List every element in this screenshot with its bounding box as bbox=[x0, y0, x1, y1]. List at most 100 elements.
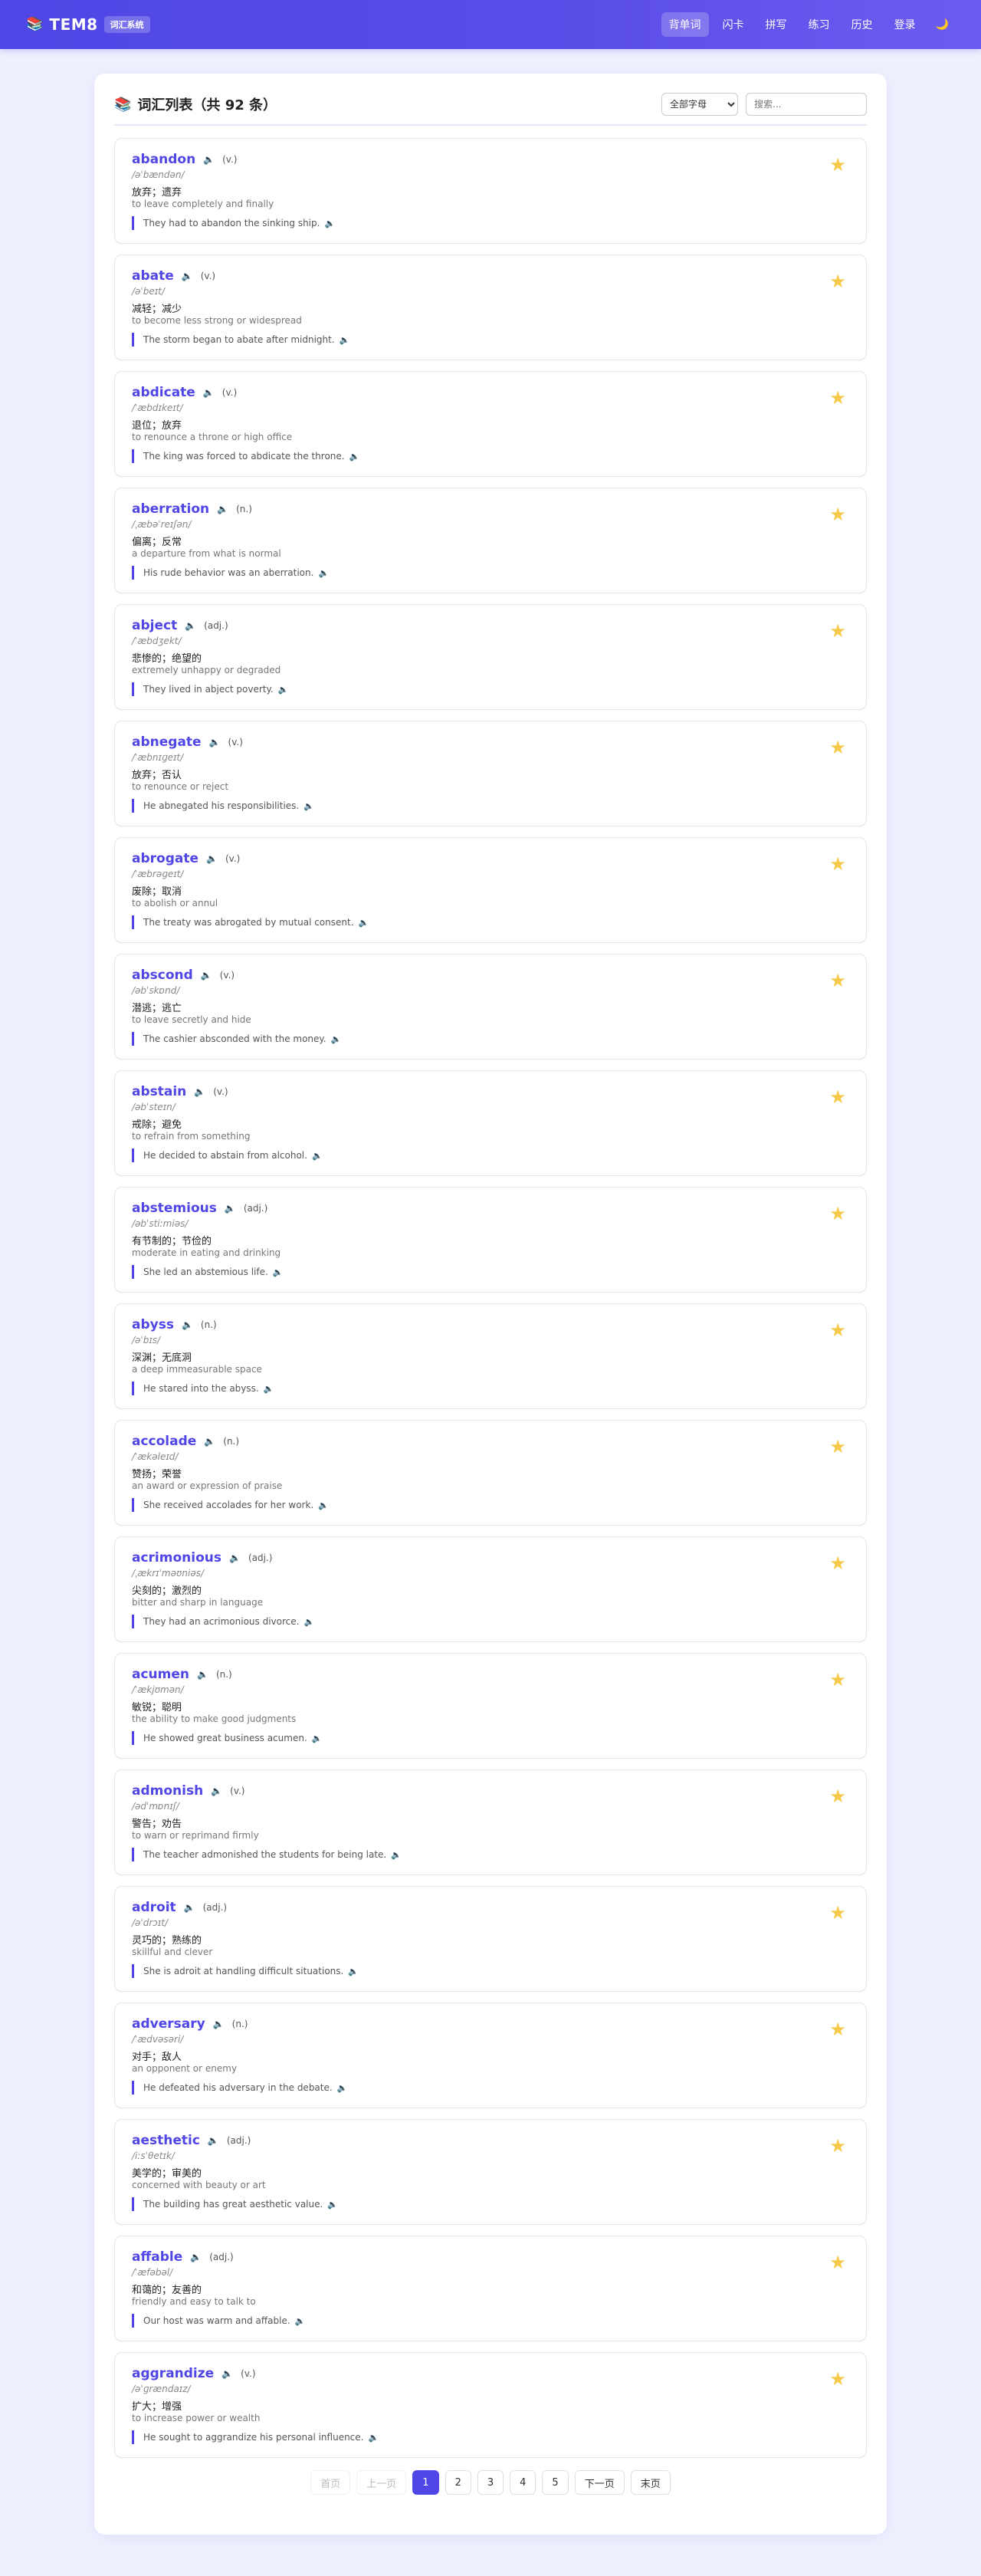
speaker-icon[interactable]: 🔈 bbox=[368, 2433, 379, 2443]
speaker-icon[interactable]: 🔈 bbox=[327, 2200, 338, 2210]
speaker-icon[interactable]: 🔈 bbox=[197, 1669, 208, 1680]
speaker-icon[interactable]: 🔈 bbox=[295, 2316, 306, 2326]
star-icon[interactable]: ★ bbox=[829, 1787, 846, 1806]
speaker-icon[interactable]: 🔈 bbox=[264, 1384, 274, 1394]
star-icon[interactable]: ★ bbox=[829, 1321, 846, 1339]
page-number-button[interactable]: 5 bbox=[542, 2470, 569, 2495]
star-icon[interactable]: ★ bbox=[829, 1088, 846, 1106]
star-icon[interactable]: ★ bbox=[829, 622, 846, 640]
speaker-icon[interactable]: 🔈 bbox=[203, 387, 215, 398]
speaker-icon[interactable]: 🔈 bbox=[201, 970, 212, 981]
speaker-icon[interactable]: 🔈 bbox=[359, 918, 369, 928]
page-number-button[interactable]: 3 bbox=[477, 2470, 504, 2495]
page-number-button[interactable]: 2 bbox=[445, 2470, 471, 2495]
first-page-button[interactable]: 首页 bbox=[310, 2470, 351, 2495]
star-icon[interactable]: ★ bbox=[829, 2370, 846, 2388]
star-icon[interactable]: ★ bbox=[829, 2020, 846, 2039]
page-number-button[interactable]: 1 bbox=[412, 2470, 439, 2495]
star-icon[interactable]: ★ bbox=[829, 1554, 846, 1572]
nav-item[interactable]: 闪卡 bbox=[715, 12, 752, 37]
star-icon[interactable]: ★ bbox=[829, 1904, 846, 1922]
speaker-icon[interactable]: 🔈 bbox=[225, 1203, 236, 1214]
speaker-icon[interactable]: 🔈 bbox=[324, 219, 335, 228]
word-term[interactable]: abdicate bbox=[132, 385, 195, 400]
speaker-icon[interactable]: 🔈 bbox=[209, 737, 221, 748]
speaker-icon[interactable]: 🔈 bbox=[203, 154, 215, 165]
page-number-button[interactable]: 4 bbox=[510, 2470, 536, 2495]
star-icon[interactable]: ★ bbox=[829, 2253, 846, 2272]
word-term[interactable]: abject bbox=[132, 618, 177, 633]
speaker-icon[interactable]: 🔈 bbox=[391, 1850, 402, 1860]
speaker-icon[interactable]: 🔈 bbox=[303, 1617, 314, 1627]
word-term[interactable]: aberration bbox=[132, 501, 209, 517]
example-text: The teacher admonished the students for … bbox=[143, 1849, 387, 1860]
star-icon[interactable]: ★ bbox=[829, 505, 846, 524]
brand[interactable]: 📚 TEM8 词汇系统 bbox=[26, 15, 150, 34]
star-icon[interactable]: ★ bbox=[829, 1438, 846, 1456]
word-term[interactable]: acumen bbox=[132, 1667, 189, 1682]
search-input[interactable] bbox=[746, 93, 867, 116]
speaker-icon[interactable]: 🔈 bbox=[337, 2083, 348, 2093]
speaker-icon[interactable]: 🔈 bbox=[312, 1151, 323, 1161]
star-icon[interactable]: ★ bbox=[829, 1671, 846, 1689]
word-term[interactable]: abyss bbox=[132, 1317, 174, 1332]
speaker-icon[interactable]: 🔈 bbox=[184, 1902, 195, 1913]
speaker-icon[interactable]: 🔈 bbox=[194, 1086, 205, 1097]
speaker-icon[interactable]: 🔈 bbox=[278, 685, 289, 695]
star-icon[interactable]: ★ bbox=[829, 272, 846, 291]
word-term[interactable]: affable bbox=[132, 2249, 182, 2265]
nav-item[interactable]: 登录 bbox=[887, 12, 924, 37]
speaker-icon[interactable]: 🔈 bbox=[206, 853, 218, 864]
star-icon[interactable]: ★ bbox=[829, 855, 846, 873]
last-page-button[interactable]: 末页 bbox=[630, 2470, 671, 2495]
word-term[interactable]: adversary bbox=[132, 2016, 205, 2032]
nav-item[interactable]: 练习 bbox=[801, 12, 838, 37]
word-term[interactable]: admonish bbox=[132, 1783, 203, 1799]
speaker-icon[interactable]: 🔈 bbox=[185, 620, 196, 631]
speaker-icon[interactable]: 🔈 bbox=[182, 271, 193, 281]
speaker-icon[interactable]: 🔈 bbox=[273, 1267, 284, 1277]
moon-icon[interactable]: 🌙 bbox=[930, 14, 955, 35]
star-icon[interactable]: ★ bbox=[829, 971, 846, 990]
speaker-icon[interactable]: 🔈 bbox=[211, 1786, 222, 1796]
speaker-icon[interactable]: 🔈 bbox=[213, 2019, 225, 2029]
star-icon[interactable]: ★ bbox=[829, 2137, 846, 2155]
speaker-icon[interactable]: 🔈 bbox=[340, 335, 350, 345]
nav-item[interactable]: 历史 bbox=[844, 12, 881, 37]
word-term[interactable]: abstain bbox=[132, 1084, 186, 1099]
speaker-icon[interactable]: 🔈 bbox=[217, 504, 228, 514]
speaker-icon[interactable]: 🔈 bbox=[348, 1967, 359, 1976]
letter-filter-select[interactable]: 全部字母 bbox=[661, 93, 738, 116]
star-icon[interactable]: ★ bbox=[829, 738, 846, 757]
word-term[interactable]: abate bbox=[132, 268, 174, 284]
nav-item[interactable]: 背单词 bbox=[661, 12, 709, 37]
speaker-icon[interactable]: 🔈 bbox=[229, 1552, 241, 1563]
next-page-button[interactable]: 下一页 bbox=[574, 2470, 625, 2495]
star-icon[interactable]: ★ bbox=[829, 1204, 846, 1223]
star-icon[interactable]: ★ bbox=[829, 389, 846, 407]
speaker-icon[interactable]: 🔈 bbox=[182, 1319, 193, 1330]
prev-page-button[interactable]: 上一页 bbox=[356, 2470, 407, 2495]
speaker-icon[interactable]: 🔈 bbox=[208, 2135, 219, 2146]
word-term[interactable]: abstemious bbox=[132, 1201, 217, 1216]
speaker-icon[interactable]: 🔈 bbox=[318, 1500, 329, 1510]
speaker-icon[interactable]: 🔈 bbox=[303, 801, 314, 811]
speaker-icon[interactable]: 🔈 bbox=[221, 2368, 233, 2379]
speaker-icon[interactable]: 🔈 bbox=[349, 452, 360, 462]
word-term[interactable]: aggrandize bbox=[132, 2366, 214, 2381]
speaker-icon[interactable]: 🔈 bbox=[190, 2252, 202, 2262]
speaker-icon[interactable]: 🔈 bbox=[204, 1436, 215, 1447]
word-term[interactable]: acrimonious bbox=[132, 1550, 221, 1566]
word-term[interactable]: accolade bbox=[132, 1434, 196, 1449]
word-term[interactable]: adroit bbox=[132, 1900, 176, 1915]
word-term[interactable]: abrogate bbox=[132, 851, 198, 866]
speaker-icon[interactable]: 🔈 bbox=[331, 1034, 342, 1044]
speaker-icon[interactable]: 🔈 bbox=[318, 568, 329, 578]
nav-item[interactable]: 拼写 bbox=[758, 12, 795, 37]
word-term[interactable]: aesthetic bbox=[132, 2133, 200, 2148]
word-term[interactable]: abscond bbox=[132, 968, 193, 983]
word-term[interactable]: abnegate bbox=[132, 734, 202, 750]
word-term[interactable]: abandon bbox=[132, 152, 195, 167]
speaker-icon[interactable]: 🔈 bbox=[312, 1733, 323, 1743]
star-icon[interactable]: ★ bbox=[829, 156, 846, 174]
